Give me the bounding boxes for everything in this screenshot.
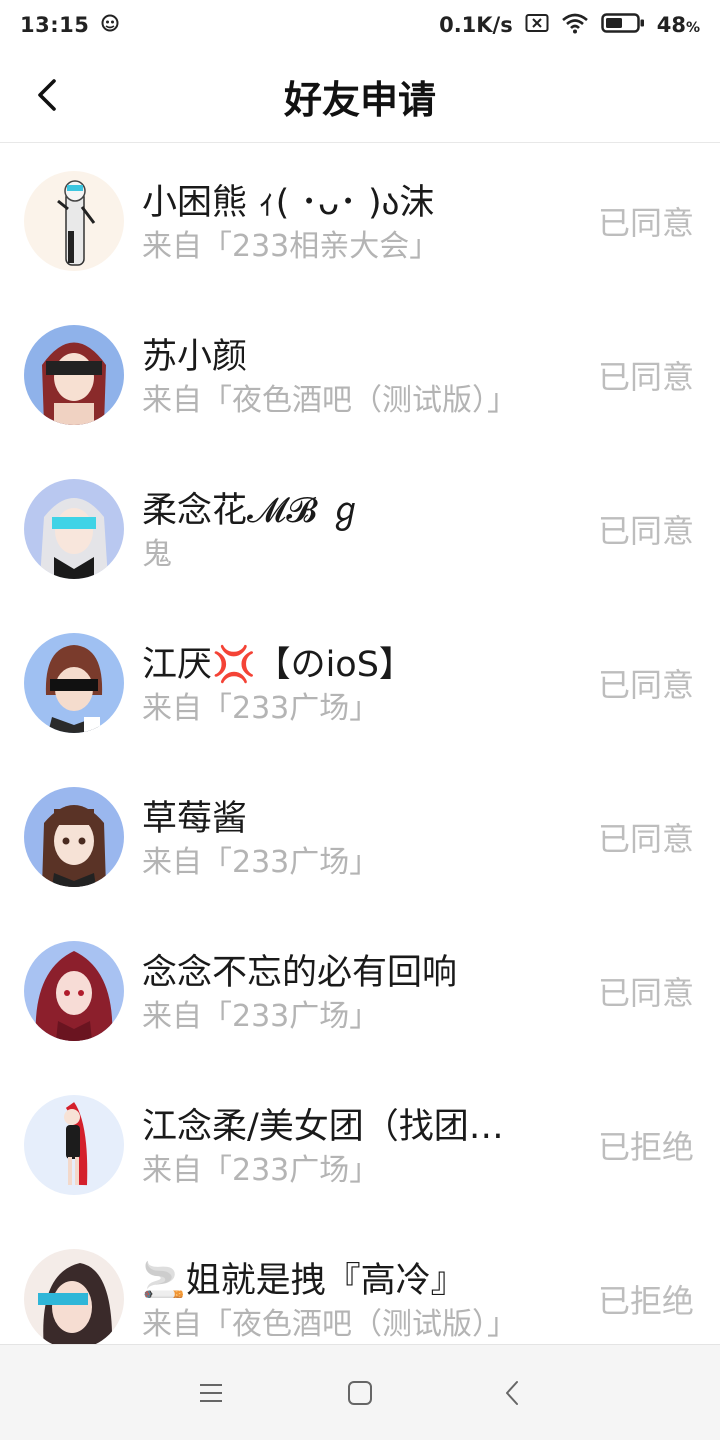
request-status: 已同意 <box>597 974 694 1012</box>
friend-request-row[interactable]: 🚬姐就是拽『高冷』 来自「夜色酒吧（测试版）」 已拒绝 <box>0 1221 720 1344</box>
request-status: 已同意 <box>597 666 694 704</box>
menu-button[interactable] <box>191 1373 231 1413</box>
requester-name: 苏小颜 <box>142 337 248 377</box>
request-info: 小困熊 ｨ( ･ᴗ･ )ა沫 来自「233相亲大会」 <box>142 179 562 267</box>
request-info: 江念柔/美女团（找团… 来自「233广场」 <box>142 1103 562 1191</box>
request-source: 来自「233广场」 <box>142 845 380 880</box>
avatar[interactable] <box>24 1249 124 1344</box>
request-source: 来自「夜色酒吧（测试版）」 <box>142 1307 517 1342</box>
back-button[interactable] <box>22 70 72 120</box>
request-status: 已拒绝 <box>597 1128 694 1166</box>
avatar[interactable] <box>24 479 124 579</box>
friend-request-row[interactable]: 苏小颜 来自「夜色酒吧（测试版）」 已同意 <box>0 297 720 451</box>
request-info: 苏小颜 来自「夜色酒吧（测试版）」 <box>142 333 562 421</box>
requester-name: 草莓酱 <box>142 799 248 839</box>
requester-name: 柔念花𝓜𝓑 ℊ <box>142 491 364 531</box>
sim-off-icon <box>525 13 549 38</box>
request-status: 已同意 <box>597 358 694 396</box>
request-info: 草莓酱 来自「233广场」 <box>142 795 562 883</box>
page-title: 好友申请 <box>283 78 436 122</box>
request-status: 已同意 <box>597 820 694 858</box>
request-source: 来自「233相亲大会」 <box>142 229 440 264</box>
avatar[interactable] <box>24 787 124 887</box>
status-left: 13:15 <box>20 13 119 37</box>
requester-name: 江念柔/美女团（找团… <box>142 1107 504 1147</box>
back-nav-button[interactable] <box>492 1373 532 1413</box>
request-source: 来自「夜色酒吧（测试版）」 <box>142 383 517 418</box>
battery-value: 48 <box>656 13 686 37</box>
friend-request-row[interactable]: 念念不忘的必有回响 来自「233广场」 已同意 <box>0 913 720 1067</box>
status-time: 13:15 <box>20 13 90 37</box>
back-triangle-icon <box>506 1381 518 1405</box>
title-bar: 好友申请 <box>0 50 720 143</box>
notification-icon <box>101 13 119 37</box>
menu-icon <box>200 1384 222 1402</box>
home-button[interactable] <box>340 1373 380 1413</box>
avatar[interactable] <box>24 325 124 425</box>
request-source: 鬼 <box>142 537 172 572</box>
friend-request-row[interactable]: 小困熊 ｨ( ･ᴗ･ )ა沫 来自「233相亲大会」 已同意 <box>0 143 720 297</box>
battery-icon <box>600 12 645 39</box>
friend-request-row[interactable]: 柔念花𝓜𝓑 ℊ 鬼 已同意 <box>0 451 720 605</box>
request-status: 已拒绝 <box>597 1282 694 1320</box>
request-info: 柔念花𝓜𝓑 ℊ 鬼 <box>142 487 562 575</box>
battery-unit: % <box>685 20 700 36</box>
avatar[interactable] <box>24 171 124 271</box>
screen: 13:15 0.1K/s 48% 好友申请 小困熊 ｨ(･ᴗ･)ა沫 来自「… <box>0 0 720 1440</box>
friend-request-row[interactable]: 江厌💢【のioS】 来自「233广场」 已同意 <box>0 605 720 759</box>
avatar[interactable] <box>24 1095 124 1195</box>
request-info: 🚬姐就是拽『高冷』 来自「夜色酒吧（测试版）」 <box>142 1257 562 1344</box>
request-status: 已同意 <box>597 512 694 550</box>
requester-name: 念念不忘的必有回响 <box>142 953 458 993</box>
request-source: 来自「233广场」 <box>142 1153 380 1188</box>
request-info: 念念不忘的必有回响 来自「233广场」 <box>142 949 562 1037</box>
requester-name: 江厌💢【のioS】 <box>142 645 414 685</box>
request-source: 来自「233广场」 <box>142 691 380 726</box>
net-speed: 0.1K/s <box>439 13 513 37</box>
avatar[interactable] <box>24 633 124 733</box>
request-status: 已同意 <box>597 204 694 242</box>
requester-name: 🚬姐就是拽『高冷』 <box>142 1261 466 1301</box>
friend-request-row[interactable]: 草莓酱 来自「233广场」 已同意 <box>0 759 720 913</box>
friend-request-list: 小困熊 ｨ( ･ᴗ･ )ა沫 来自「233相亲大会」 已同意 苏小颜 来自「夜色… <box>0 143 720 1344</box>
chevron-left-icon <box>38 79 56 111</box>
request-source: 来自「233广场」 <box>142 999 380 1034</box>
home-square-icon <box>348 1381 372 1405</box>
friend-request-row[interactable]: 江念柔/美女团（找团… 来自「233广场」 已拒绝 <box>0 1067 720 1221</box>
requester-name: 小困熊 ｨ( ･ᴗ･ )ა沫 <box>142 183 435 223</box>
request-info: 江厌💢【のioS】 来自「233广场」 <box>142 641 562 729</box>
battery-percent: 48% <box>657 13 700 37</box>
status-right: 0.1K/s 48% <box>439 12 700 39</box>
status-bar: 13:15 0.1K/s 48% <box>0 0 720 50</box>
system-nav-bar <box>0 1344 720 1440</box>
avatar[interactable] <box>24 941 124 1041</box>
wifi-icon <box>561 12 589 39</box>
